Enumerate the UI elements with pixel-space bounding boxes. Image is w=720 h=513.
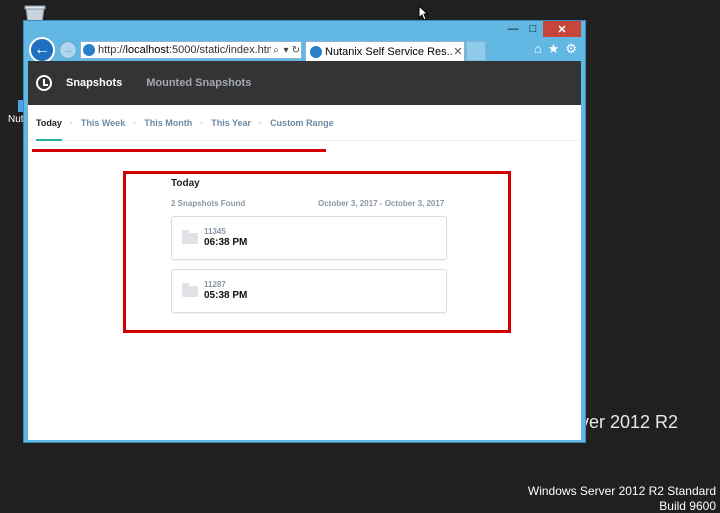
maximize-button[interactable]: □ — [523, 21, 543, 37]
settings-icon[interactable]: ⚙ — [565, 41, 577, 57]
app-header: Snapshots Mounted Snapshots — [28, 61, 581, 105]
snapshot-id: 11287 — [204, 280, 226, 289]
watermark-edition: Windows Server 2012 R2 Standard — [527, 484, 716, 498]
new-tab-button[interactable] — [466, 41, 486, 61]
snapshot-time: 05:38 PM — [204, 290, 248, 301]
annotation-underline — [32, 149, 326, 152]
filter-separator: · — [133, 117, 137, 128]
filter-separator: · — [69, 117, 73, 128]
filter-this-week[interactable]: This Week — [81, 118, 125, 128]
snapshot-card[interactable]: 11287 05:38 PM — [171, 269, 447, 313]
folder-icon — [182, 283, 198, 297]
filter-custom-range[interactable]: Custom Range — [270, 118, 334, 128]
snapshot-count: 2 Snapshots Found — [171, 199, 246, 208]
desktop-watermark-large: ver 2012 R2 — [580, 412, 679, 432]
snapshot-id: 11345 — [204, 227, 226, 236]
browser-tab[interactable]: Nutanix Self Service Res... ✕ — [305, 41, 465, 61]
dropdown-arrow-icon[interactable]: ▾ — [281, 45, 291, 56]
filter-this-year[interactable]: This Year — [211, 118, 251, 128]
clock-logo-icon[interactable] — [36, 75, 52, 91]
page-content: Snapshots Mounted Snapshots Today · This… — [28, 61, 581, 440]
favorites-icon[interactable]: ★ — [548, 41, 560, 57]
snapshot-card[interactable]: 11345 06:38 PM — [171, 216, 447, 260]
date-range: October 3, 2017 - October 3, 2017 — [318, 199, 445, 208]
search-icon[interactable]: ⌕ — [271, 45, 281, 56]
forward-button[interactable]: → — [59, 41, 77, 59]
page-icon — [83, 44, 95, 56]
browser-toolbar-icons: ⌂ ★ ⚙ — [534, 41, 577, 57]
date-filter-bar: Today · This Week · This Month · This Ye… — [28, 105, 581, 141]
watermark-build: Build 9600 — [659, 499, 716, 513]
home-icon[interactable]: ⌂ — [534, 41, 542, 57]
folder-icon — [182, 230, 198, 244]
minimize-button[interactable]: — — [503, 21, 523, 37]
address-bar[interactable]: http://localhost:5000/static/index.html#… — [80, 41, 302, 59]
tab-favicon — [310, 45, 322, 58]
nav-mounted-snapshots[interactable]: Mounted Snapshots — [146, 77, 251, 89]
url-text[interactable]: http://localhost:5000/static/index.html# — [98, 44, 271, 56]
desktop-watermark: Windows Server 2012 R2 Standard Build 96… — [528, 484, 716, 513]
window-controls: — □ ✕ — [503, 21, 581, 39]
section-title: Today — [171, 178, 200, 189]
arrow-right-icon: → — [62, 44, 74, 56]
tab-title: Nutanix Self Service Res... — [325, 45, 452, 58]
arrow-left-icon: ← — [34, 41, 50, 58]
snapshot-time: 06:38 PM — [204, 237, 248, 248]
browser-titlebar: — □ ✕ ← → http://localhost:5000/static/i… — [24, 21, 585, 63]
filter-separator: · — [200, 117, 204, 128]
refresh-icon[interactable]: ↻ — [291, 45, 301, 56]
nav-snapshots[interactable]: Snapshots — [66, 77, 122, 89]
close-button[interactable]: ✕ — [543, 21, 581, 37]
back-button[interactable]: ← — [29, 37, 55, 63]
filter-today[interactable]: Today — [36, 118, 62, 128]
browser-window: — □ ✕ ← → http://localhost:5000/static/i… — [23, 20, 586, 443]
filter-this-month[interactable]: This Month — [144, 118, 192, 128]
filter-separator: · — [259, 117, 263, 128]
active-filter-indicator — [36, 139, 62, 141]
tab-close-icon[interactable]: ✕ — [452, 45, 464, 58]
